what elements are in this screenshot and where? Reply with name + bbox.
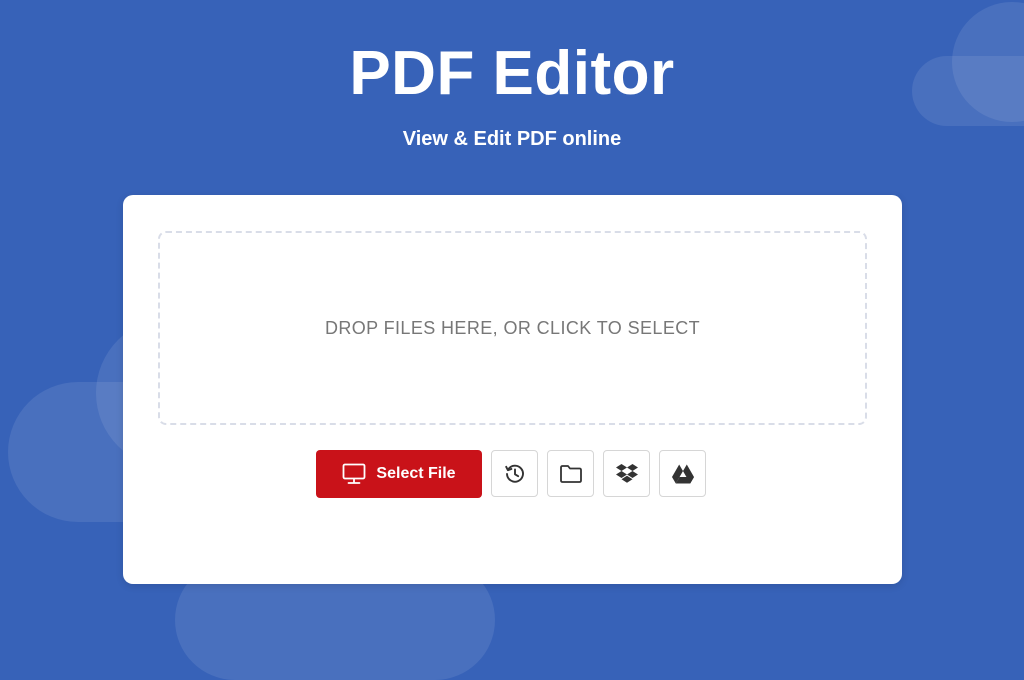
google-drive-button[interactable] — [659, 450, 706, 497]
select-file-label: Select File — [376, 465, 456, 482]
upload-card: DROP FILES HERE, OR CLICK TO SELECT Sele… — [123, 195, 902, 584]
upload-actions: Select File — [316, 450, 706, 498]
google-drive-icon — [671, 463, 695, 485]
page-title: PDF Editor — [349, 39, 675, 108]
recent-files-button[interactable] — [491, 450, 538, 497]
folder-icon — [559, 463, 583, 485]
dropbox-button[interactable] — [603, 450, 650, 497]
page-subtitle: View & Edit PDF online — [402, 128, 622, 150]
monitor-icon — [342, 463, 366, 485]
dropzone-text: DROP FILES HERE, OR CLICK TO SELECT — [324, 317, 701, 338]
dropbox-icon — [615, 463, 639, 485]
select-file-button[interactable]: Select File — [316, 450, 482, 498]
file-dropzone[interactable]: DROP FILES HERE, OR CLICK TO SELECT — [158, 231, 867, 425]
browse-folder-button[interactable] — [547, 450, 594, 497]
history-icon — [503, 462, 527, 486]
